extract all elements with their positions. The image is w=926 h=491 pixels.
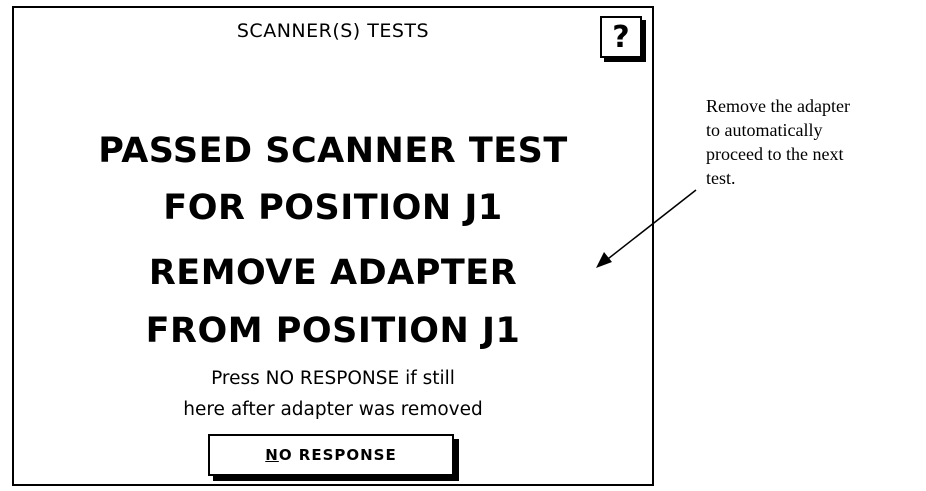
no-response-label: O RESPONSE xyxy=(278,446,397,464)
no-response-button[interactable]: NO RESPONSE xyxy=(208,434,454,476)
help-icon: ? xyxy=(612,19,630,55)
remove-adapter-line-2: FROM POSITION J1 xyxy=(145,311,521,351)
instruction-line-1: Press NO RESPONSE if still xyxy=(211,368,455,389)
annotation-note: Remove the adapter to automatically proc… xyxy=(706,94,926,190)
screen-title: SCANNER(S) TESTS xyxy=(236,20,430,42)
instruction-line-2: here after adapter was removed xyxy=(183,399,483,420)
passed-message-line-1: PASSED SCANNER TEST xyxy=(98,131,568,171)
scanner-tests-screen: SCANNER(S) TESTS ? PASSED SCANNER TEST F… xyxy=(12,6,654,486)
no-response-mnemonic: N xyxy=(265,446,279,464)
annotation-line-2: to automatically xyxy=(706,120,823,140)
annotation-line-4: test. xyxy=(706,168,736,188)
passed-message-line-2: FOR POSITION J1 xyxy=(163,188,503,228)
annotation-line-3: proceed to the next xyxy=(706,144,844,164)
annotation-line-1: Remove the adapter xyxy=(706,96,850,116)
remove-adapter-line-1: REMOVE ADAPTER xyxy=(148,253,518,293)
annotation-arrow-icon xyxy=(596,189,697,268)
help-button[interactable]: ? xyxy=(600,16,642,58)
